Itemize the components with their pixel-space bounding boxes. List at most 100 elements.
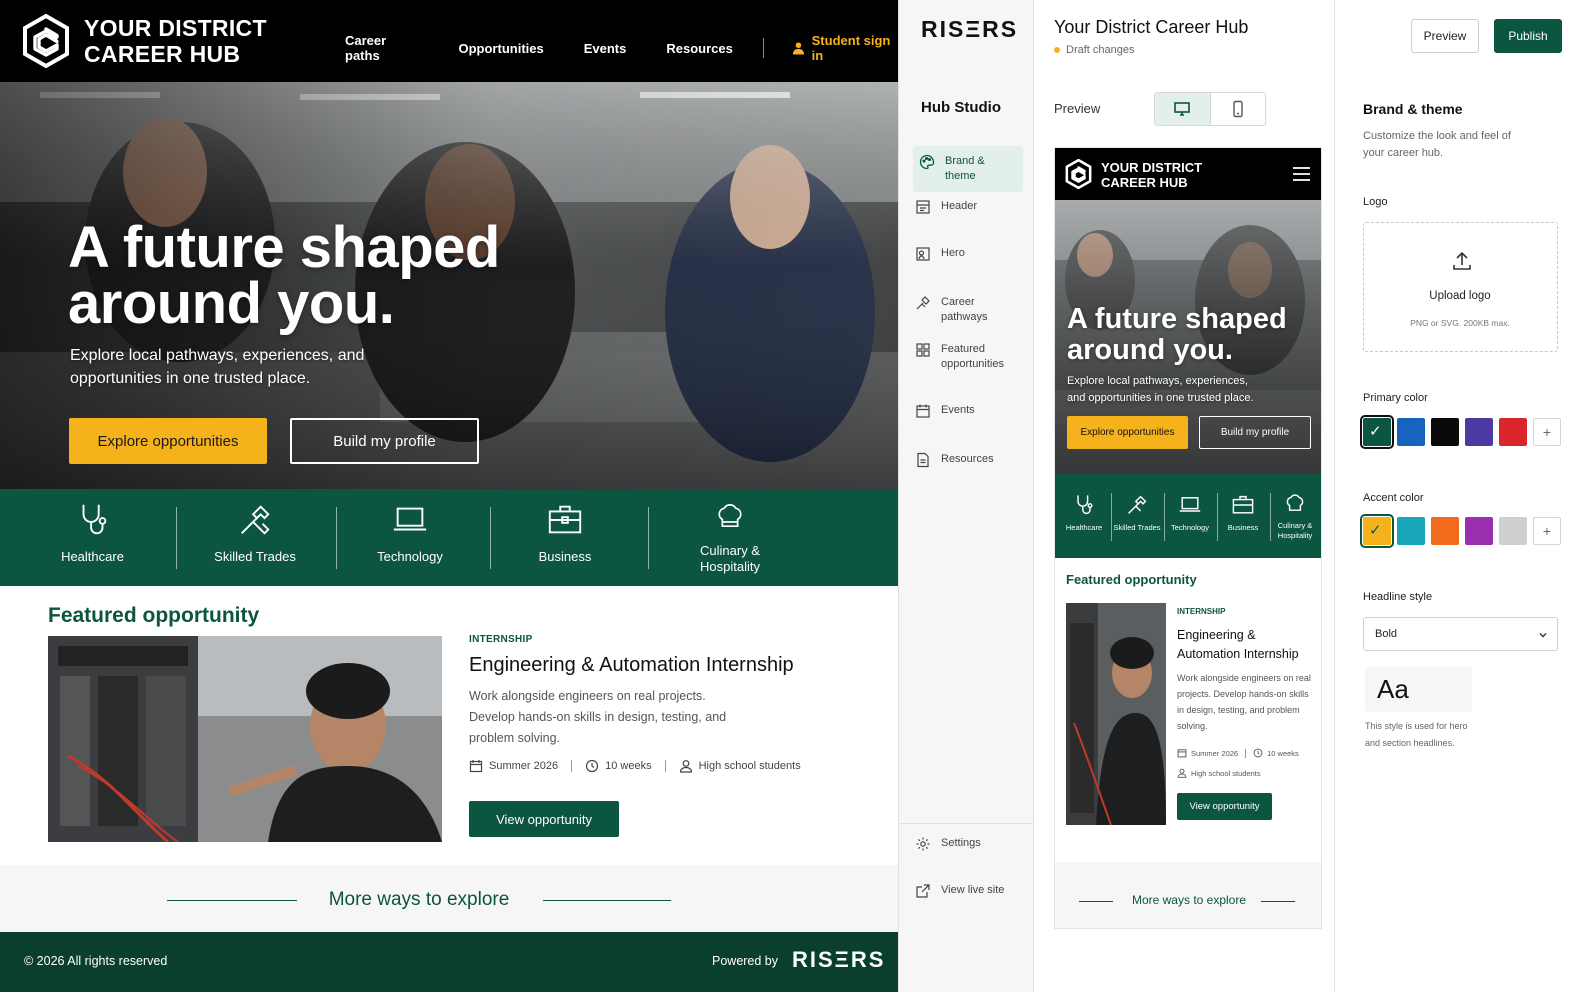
mobile-pathway-skilled-trades[interactable]: Skilled Trades (1111, 493, 1163, 533)
sidebar-item-events[interactable]: Events (915, 403, 1019, 419)
headline-style-value: Bold (1375, 628, 1398, 640)
hub-title: Your District Career Hub (1054, 17, 1249, 37)
mobile-opportunity-tag: INTERNSHIP (1177, 607, 1226, 616)
desktop-view-button[interactable] (1155, 93, 1211, 125)
editor-preview-pane: Your District Career Hub Draft changes P… (1034, 0, 1334, 992)
pathway-divider (336, 507, 337, 569)
divider-line (1261, 901, 1295, 902)
sidebar-item-resources[interactable]: Resources (915, 452, 1019, 468)
publish-button[interactable]: Publish (1494, 19, 1562, 53)
divider-line (543, 900, 671, 901)
meta-divider (571, 760, 573, 772)
mobile-logo-text: YOUR DISTRICT CAREER HUB (1101, 160, 1202, 190)
mobile-view-button[interactable] (1211, 93, 1266, 125)
upload-icon (1453, 251, 1471, 270)
pathway-label: Skilled Trades (214, 549, 296, 564)
risers-footer-logo[interactable]: RISΞRS (792, 947, 885, 973)
risers-logo[interactable]: RISΞRS (921, 16, 1018, 43)
clock-icon (585, 759, 599, 773)
site-header: YOUR DISTRICT CAREER HUB Career paths Op… (0, 0, 898, 82)
more-ways-heading: More ways to explore (328, 889, 510, 910)
person-icon (1177, 768, 1187, 778)
desktop-icon (1174, 102, 1191, 116)
sidebar-item-hero[interactable]: Hero (915, 246, 1019, 262)
mobile-hero-subtitle: Explore local pathways, experiences, and… (1067, 375, 1254, 404)
panel-description: Customize the look and feel of your care… (1363, 130, 1511, 159)
pathways-icon (916, 296, 930, 310)
mobile-profile-button[interactable]: Build my profile (1199, 416, 1311, 449)
sidebar-item-brand-theme[interactable]: Brand & theme (913, 146, 1023, 192)
hexagon-logo-icon (1065, 159, 1092, 189)
pathway-label: Business (538, 549, 592, 564)
opportunity-type-tag: INTERNSHIP (469, 634, 533, 645)
add-color-button[interactable]: + (1533, 418, 1561, 446)
accent-color-swatch[interactable] (1465, 517, 1493, 545)
preview-button[interactable]: Preview (1411, 19, 1479, 53)
primary-color-label: Primary color (1363, 392, 1428, 404)
accent-color-swatch[interactable] (1499, 517, 1527, 545)
accent-color-swatch[interactable] (1431, 517, 1459, 545)
sidebar-item-settings[interactable]: Settings (915, 836, 1019, 852)
checkmark-icon: ✓ (1369, 522, 1382, 539)
upload-hint: PNG or SVG. 200KB max. (1410, 318, 1510, 328)
logo-upload-dropzone[interactable]: Upload logo PNG or SVG. 200KB max. (1363, 222, 1558, 352)
student-sign-in-link[interactable]: Student sign in (792, 33, 898, 63)
accent-color-swatch[interactable]: ✓ (1360, 514, 1394, 548)
view-opportunity-button[interactable]: View opportunity (469, 801, 619, 837)
chevron-down-icon (1539, 633, 1547, 638)
mobile-pathway-label: Skilled Trades (1113, 523, 1161, 532)
opportunity-duration: 10 weeks (605, 760, 652, 772)
site-preview-desktop: YOUR DISTRICT CAREER HUB Career paths Op… (0, 0, 898, 992)
sign-in-label: Student sign in (811, 33, 891, 63)
site-logo[interactable]: YOUR DISTRICT CAREER HUB (22, 14, 267, 68)
nav-events[interactable]: Events (584, 41, 627, 56)
mobile-logo-line2: CAREER HUB (1101, 175, 1188, 190)
grid-icon (916, 343, 930, 357)
nav-opportunities[interactable]: Opportunities (459, 41, 544, 56)
sidebar-item-label: Hero (941, 247, 965, 259)
pathway-healthcare[interactable]: Healthcare (40, 501, 145, 577)
sidebar-item-label: Featured opportunities (941, 343, 1004, 370)
mobile-explore-button[interactable]: Explore opportunities (1067, 416, 1188, 449)
accent-color-label: Accent color (1363, 492, 1424, 504)
panel-title: Brand & theme (1363, 101, 1463, 117)
primary-color-swatch[interactable] (1397, 418, 1425, 446)
mobile-pathway-culinary[interactable]: Culinary & Hospitality (1269, 491, 1321, 541)
mobile-pathway-healthcare[interactable]: Healthcare (1058, 493, 1110, 533)
primary-color-swatch[interactable] (1465, 418, 1493, 446)
briefcase-icon (548, 505, 582, 534)
mobile-more-ways-section: More ways to explore (1055, 862, 1321, 928)
chef-hat-icon (718, 504, 742, 528)
opportunity-description: Work alongside engineers on real project… (469, 689, 727, 745)
pathway-technology[interactable]: Technology (360, 501, 460, 577)
mobile-view-opportunity-button[interactable]: View opportunity (1177, 793, 1272, 820)
pathway-divider (490, 507, 491, 569)
nav-resources[interactable]: Resources (666, 41, 732, 56)
powered-by-text: Powered by (712, 954, 779, 968)
sidebar-item-header[interactable]: Header (915, 199, 1019, 215)
primary-color-swatch[interactable] (1431, 418, 1459, 446)
mobile-more-ways-heading: More ways to explore (1131, 893, 1247, 907)
pathway-label: Healthcare (61, 549, 124, 564)
build-profile-button[interactable]: Build my profile (290, 418, 479, 464)
mobile-pathway-technology[interactable]: Technology (1164, 493, 1216, 533)
explore-opportunities-button[interactable]: Explore opportunities (69, 418, 267, 464)
mobile-pathway-business[interactable]: Business (1217, 493, 1269, 533)
brand-theme-settings-panel: Preview Publish Brand & theme Customize … (1334, 0, 1586, 992)
pathway-skilled-trades[interactable]: Skilled Trades (200, 501, 310, 577)
sidebar-item-featured-opportunities[interactable]: Featured opportunities (915, 342, 1019, 372)
pathway-business[interactable]: Business (515, 501, 615, 577)
hero-image-icon (916, 247, 930, 261)
add-color-button[interactable]: + (1533, 517, 1561, 545)
headline-style-select[interactable]: Bold (1363, 617, 1558, 651)
internship-photo (1066, 603, 1166, 825)
accent-color-swatch[interactable] (1397, 517, 1425, 545)
sidebar-item-view-live-site[interactable]: View live site (915, 883, 1019, 899)
mobile-featured-photo (1066, 603, 1166, 825)
nav-career-paths[interactable]: Career paths (345, 33, 419, 63)
primary-color-swatch[interactable]: ✓ (1360, 415, 1394, 449)
pathway-culinary-hospitality[interactable]: Culinary & Hospitality (670, 499, 790, 575)
sidebar-item-career-pathways[interactable]: Career pathways (915, 295, 1019, 325)
primary-color-swatch[interactable] (1499, 418, 1527, 446)
hamburger-menu-icon[interactable] (1293, 167, 1310, 181)
